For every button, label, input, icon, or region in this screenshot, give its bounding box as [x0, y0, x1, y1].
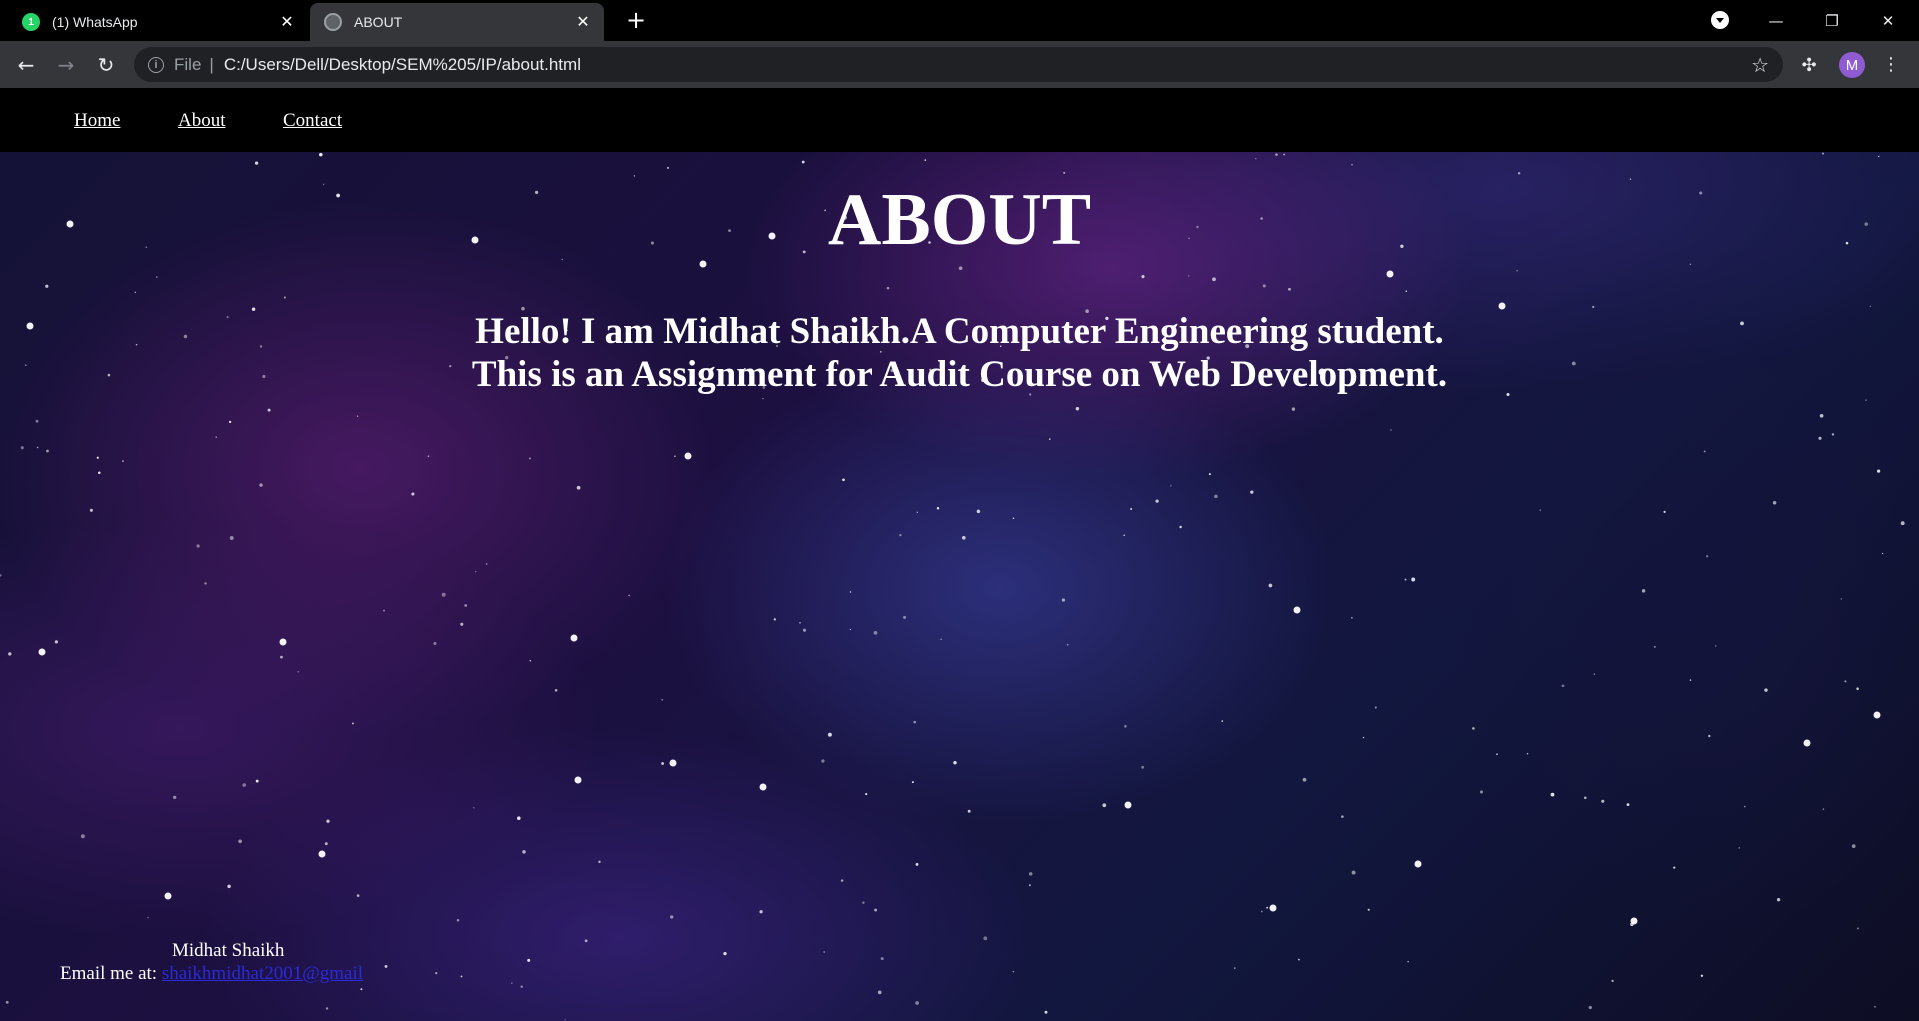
site-navbar: Home About Contact [0, 88, 1919, 152]
reload-button[interactable]: ↻ [90, 49, 122, 81]
close-icon[interactable]: ✕ [276, 11, 298, 33]
intro-text: Hello! I am Midhat Shaikh.A Computer Eng… [0, 310, 1919, 396]
intro-line-2: This is an Assignment for Audit Course o… [471, 354, 1448, 395]
minimize-button[interactable]: — [1748, 0, 1804, 41]
separator: | [209, 54, 214, 74]
intro-line-1: Hello! I am Midhat Shaikh.A Computer Eng… [475, 311, 1444, 352]
nav-link-contact[interactable]: Contact [283, 110, 342, 132]
email-label: Email me at: [60, 963, 158, 984]
scheme-label: File [174, 54, 202, 74]
tab-strip: 1 (1) WhatsApp ✕ ABOUT ✕ + — ❐ ✕ [0, 0, 1919, 41]
kebab-menu-icon[interactable]: ⋮ [1880, 53, 1902, 77]
bookmark-star-icon[interactable]: ☆ [1751, 53, 1769, 77]
tab-title: (1) WhatsApp [52, 14, 138, 30]
page-title: ABOUT [827, 179, 1092, 261]
page-footer: Midhat Shaikh Email me at: shaikhmidhat2… [60, 939, 400, 985]
close-icon[interactable]: ✕ [572, 11, 594, 33]
new-tab-button[interactable]: + [622, 6, 650, 34]
extensions-puzzle-icon[interactable]: ✣ [1798, 55, 1820, 77]
footer-name: Midhat Shaikh [172, 940, 285, 961]
restore-button[interactable]: ❐ [1804, 0, 1860, 41]
nav-link-about[interactable]: About [178, 110, 226, 132]
back-button[interactable]: ← [10, 49, 42, 81]
browser-toolbar: ← → ↻ i File | C:/Users/Dell/Desktop/SEM… [0, 41, 1919, 88]
window-close-button[interactable]: ✕ [1860, 0, 1916, 41]
whatsapp-icon: 1 [22, 13, 40, 31]
tab-about[interactable]: ABOUT ✕ [310, 3, 604, 41]
tab-title: ABOUT [354, 14, 403, 30]
url-text[interactable]: C:/Users/Dell/Desktop/SEM%205/IP/about.h… [224, 55, 1751, 75]
profile-avatar[interactable]: M [1839, 52, 1865, 78]
address-bar[interactable]: i File | C:/Users/Dell/Desktop/SEM%205/I… [134, 47, 1783, 82]
email-link[interactable]: shaikhmidhat2001@gmail [162, 963, 363, 984]
tab-whatsapp[interactable]: 1 (1) WhatsApp ✕ [8, 3, 308, 41]
nav-link-home[interactable]: Home [74, 110, 120, 132]
tab-search-icon[interactable] [1711, 11, 1729, 29]
forward-button[interactable]: → [50, 49, 82, 81]
globe-icon [324, 13, 342, 31]
info-icon[interactable]: i [148, 56, 164, 73]
web-page: Home About Contact ABOUT Hello! I am Mid… [0, 88, 1919, 1021]
